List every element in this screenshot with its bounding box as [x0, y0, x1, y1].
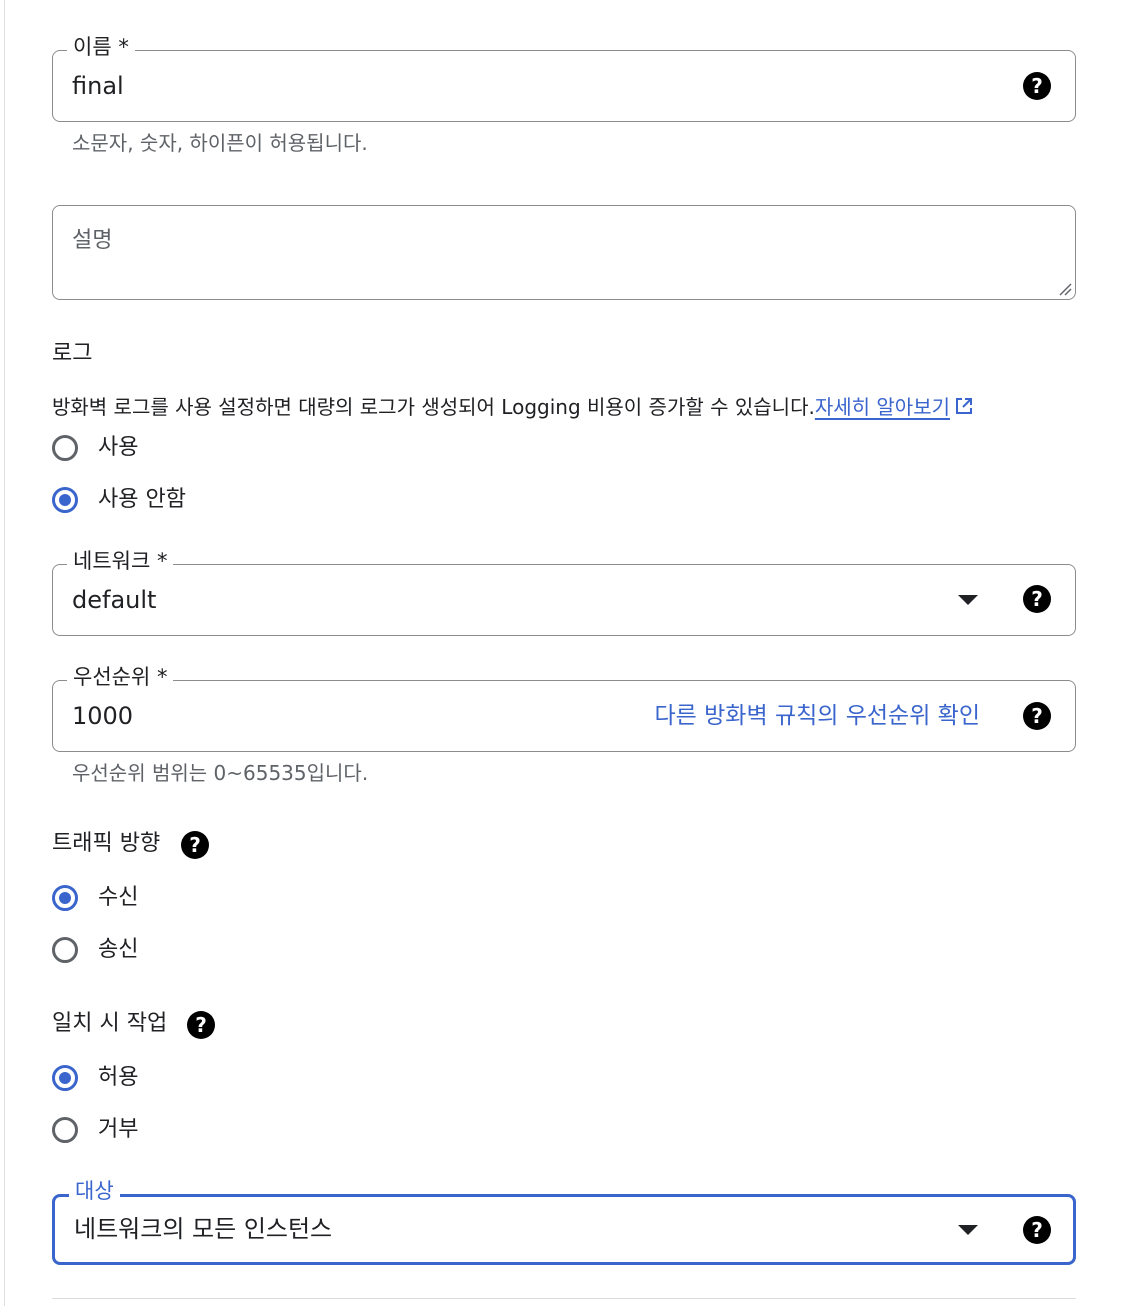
check-priority-link[interactable]: 다른 방화벽 규칙의 우선순위 확인	[655, 701, 980, 731]
divider	[52, 1298, 1076, 1299]
name-hint: 소문자, 숫자, 하이픈이 허용됩니다.	[72, 131, 368, 155]
logs-option-on[interactable]: 사용	[52, 431, 138, 465]
help-circle-icon[interactable]: ?	[1023, 585, 1051, 613]
network-select[interactable]: 네트워크 * default ?	[52, 548, 1076, 636]
logs-heading: 로그	[52, 341, 93, 366]
action-on-match-heading: 일치 시 작업	[52, 1011, 168, 1036]
radio-label: 송신	[98, 937, 139, 962]
radio-button[interactable]	[52, 937, 78, 963]
logs-description-line: 방화벽 로그를 사용 설정하면 대량의 로그가 생성되어 Logging 비용이…	[52, 393, 974, 421]
radio-button[interactable]	[52, 1117, 78, 1143]
help-circle-icon[interactable]: ?	[181, 831, 209, 859]
network-value: default	[72, 586, 157, 614]
priority-field[interactable]: 우선순위 * 1000 다른 방화벽 규칙의 우선순위 확인 ?	[52, 664, 1076, 752]
name-input[interactable]: final	[72, 71, 124, 101]
priority-input[interactable]: 1000	[72, 701, 133, 731]
logs-description: 방화벽 로그를 사용 설정하면 대량의 로그가 생성되어 Logging 비용이…	[52, 395, 815, 419]
learn-more-link[interactable]: 자세히 알아보기	[815, 395, 950, 419]
target-select[interactable]: 대상 네트워크의 모든 인스턴스 ?	[52, 1178, 1076, 1265]
radio-button-selected[interactable]	[52, 885, 78, 911]
priority-field-label: 우선순위 *	[67, 664, 174, 690]
action-option-allow[interactable]: 허용	[52, 1061, 138, 1095]
radio-button-selected[interactable]	[52, 487, 78, 513]
traffic-option-egress[interactable]: 송신	[52, 933, 138, 967]
radio-label: 수신	[98, 885, 139, 910]
traffic-direction-heading: 트래픽 방향	[52, 831, 161, 856]
resize-handle-icon[interactable]	[1058, 282, 1072, 296]
target-field-label: 대상	[69, 1178, 120, 1204]
logs-option-off[interactable]: 사용 안함	[52, 483, 186, 517]
name-field[interactable]: 이름 * final ?	[52, 34, 1076, 122]
help-circle-icon[interactable]: ?	[1023, 702, 1051, 730]
radio-label: 거부	[98, 1117, 139, 1142]
left-divider	[4, 0, 5, 1306]
radio-label: 사용	[98, 435, 139, 460]
help-circle-icon[interactable]: ?	[1023, 72, 1051, 100]
help-circle-icon[interactable]: ?	[187, 1011, 215, 1039]
help-circle-icon[interactable]: ?	[1023, 1216, 1051, 1244]
description-textarea[interactable]: 설명	[52, 205, 1076, 300]
dropdown-caret-icon[interactable]	[958, 1225, 978, 1235]
dropdown-caret-icon[interactable]	[958, 595, 978, 605]
action-option-deny[interactable]: 거부	[52, 1113, 138, 1147]
radio-button-selected[interactable]	[52, 1065, 78, 1091]
external-link-icon[interactable]	[954, 396, 974, 416]
target-value: 네트워크의 모든 인스턴스	[74, 1215, 333, 1243]
traffic-option-ingress[interactable]: 수신	[52, 881, 138, 915]
radio-label: 허용	[98, 1065, 139, 1090]
description-placeholder: 설명	[72, 228, 113, 253]
radio-button[interactable]	[52, 435, 78, 461]
network-field-label: 네트워크 *	[67, 548, 174, 574]
radio-label: 사용 안함	[98, 487, 186, 512]
priority-hint: 우선순위 범위는 0~65535입니다.	[72, 761, 369, 785]
name-field-label: 이름 *	[67, 34, 135, 60]
